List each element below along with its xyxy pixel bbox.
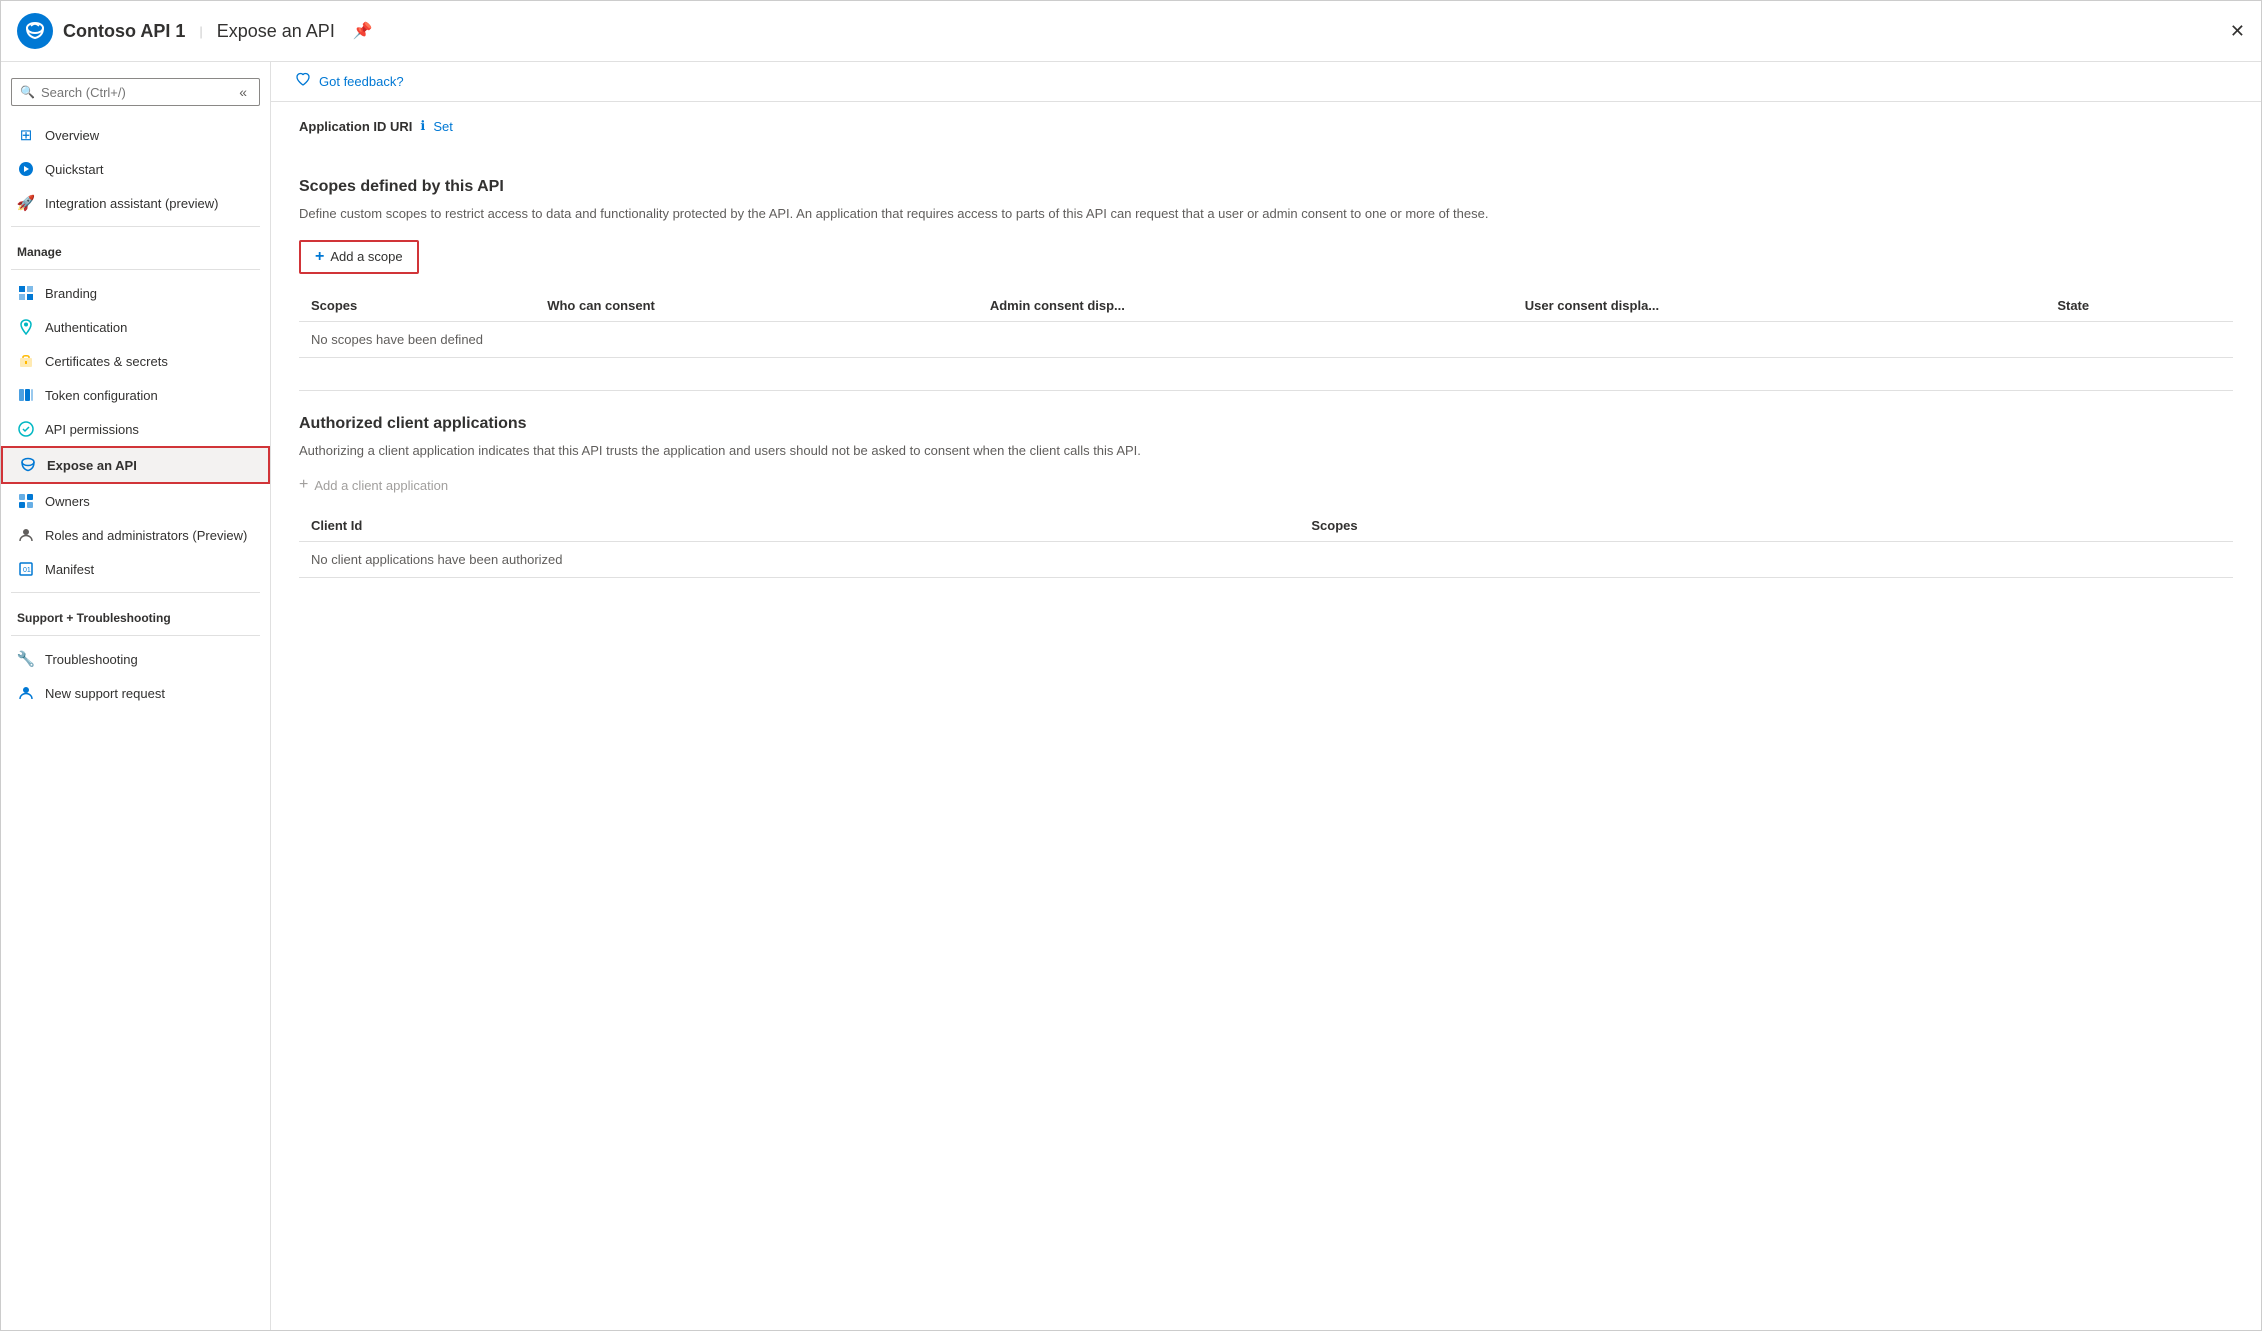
app-container: Contoso API 1 | Expose an API 📌 ✕ 🔍 « ⊞ …: [0, 0, 2262, 1331]
new-support-icon: [17, 684, 35, 702]
clients-no-data-row: No client applications have been authori…: [299, 542, 2233, 578]
sidebar-label-authentication: Authentication: [45, 320, 127, 335]
sidebar-label-roles: Roles and administrators (Preview): [45, 528, 247, 543]
sidebar-label-quickstart: Quickstart: [45, 162, 104, 177]
integration-icon: 🚀: [17, 194, 35, 212]
sidebar-label-owners: Owners: [45, 494, 90, 509]
sidebar-item-integration[interactable]: 🚀 Integration assistant (preview): [1, 186, 270, 220]
sidebar-label-integration: Integration assistant (preview): [45, 196, 218, 211]
divider-support: [11, 592, 260, 593]
feedback-bar[interactable]: Got feedback?: [271, 62, 2261, 102]
search-box[interactable]: 🔍 «: [11, 78, 260, 106]
sidebar-item-owners[interactable]: Owners: [1, 484, 270, 518]
feedback-label[interactable]: Got feedback?: [319, 74, 404, 89]
sidebar-label-expose-api: Expose an API: [47, 458, 137, 473]
add-client-button: + Add a client application: [299, 476, 448, 494]
quickstart-icon: [17, 160, 35, 178]
authorized-clients-title: Authorized client applications: [299, 415, 2233, 433]
collapse-button[interactable]: «: [235, 84, 251, 100]
scopes-col-scopes: Scopes: [299, 290, 535, 322]
sidebar: 🔍 « ⊞ Overview Quickstart 🚀 Integration …: [1, 62, 271, 1330]
support-section-label: Support + Troubleshooting: [1, 599, 270, 629]
app-id-uri-label: Application ID URI: [299, 119, 412, 134]
add-client-label: Add a client application: [314, 478, 448, 493]
scopes-col-state: State: [2045, 290, 2233, 322]
clients-col-id: Client Id: [299, 510, 1299, 542]
sidebar-label-manifest: Manifest: [45, 562, 94, 577]
close-button[interactable]: ✕: [2230, 21, 2245, 42]
scopes-col-user-consent: User consent displa...: [1513, 290, 2046, 322]
token-icon: [17, 386, 35, 404]
certificates-icon: [17, 352, 35, 370]
header: Contoso API 1 | Expose an API 📌 ✕: [1, 1, 2261, 62]
add-scope-label: Add a scope: [330, 249, 402, 264]
sidebar-label-troubleshooting: Troubleshooting: [45, 652, 138, 667]
scopes-no-data-cell: No scopes have been defined: [299, 321, 2233, 357]
sidebar-label-certificates: Certificates & secrets: [45, 354, 168, 369]
sidebar-label-api-permissions: API permissions: [45, 422, 139, 437]
app-icon: [17, 13, 53, 49]
search-icon: 🔍: [20, 85, 35, 99]
clients-col-scopes: Scopes: [1299, 510, 2233, 542]
owners-icon: [17, 492, 35, 510]
section-divider: [299, 390, 2233, 391]
troubleshooting-icon: 🔧: [17, 650, 35, 668]
add-scope-button[interactable]: + Add a scope: [299, 240, 419, 274]
api-permissions-icon: [17, 420, 35, 438]
divider-manage: [11, 226, 260, 227]
app-id-uri-section: Application ID URI ℹ Set: [299, 118, 2233, 150]
scopes-section-title: Scopes defined by this API: [299, 178, 2233, 196]
add-client-plus-icon: +: [299, 476, 308, 494]
sidebar-label-token: Token configuration: [45, 388, 158, 403]
feedback-heart-icon: [295, 72, 311, 91]
sidebar-label-new-support: New support request: [45, 686, 165, 701]
expose-api-icon: [19, 456, 37, 474]
content-area: Got feedback? Application ID URI ℹ Set S…: [271, 62, 2261, 1330]
overview-icon: ⊞: [17, 126, 35, 144]
sidebar-item-expose-api[interactable]: Expose an API: [1, 446, 270, 484]
sidebar-item-authentication[interactable]: Authentication: [1, 310, 270, 344]
sidebar-item-troubleshooting[interactable]: 🔧 Troubleshooting: [1, 642, 270, 676]
header-left: Contoso API 1 | Expose an API 📌: [17, 13, 373, 49]
divider-support-2: [11, 635, 260, 636]
page-title: Expose an API: [217, 21, 335, 42]
sidebar-item-token[interactable]: Token configuration: [1, 378, 270, 412]
manage-section-label: Manage: [1, 233, 270, 263]
scopes-col-who-consent: Who can consent: [535, 290, 978, 322]
info-icon: ℹ: [420, 118, 425, 134]
scopes-col-admin-consent: Admin consent disp...: [978, 290, 1513, 322]
authentication-icon: [17, 318, 35, 336]
manifest-icon: 01: [17, 560, 35, 578]
scopes-section-desc: Define custom scopes to restrict access …: [299, 204, 2233, 224]
scopes-no-data-row: No scopes have been defined: [299, 321, 2233, 357]
authorized-clients-desc: Authorizing a client application indicat…: [299, 441, 2233, 461]
add-scope-plus-icon: +: [315, 248, 324, 266]
main-layout: 🔍 « ⊞ Overview Quickstart 🚀 Integration …: [1, 62, 2261, 1330]
pin-icon[interactable]: 📌: [353, 21, 373, 41]
app-name: Contoso API 1: [63, 21, 185, 42]
sidebar-item-new-support[interactable]: New support request: [1, 676, 270, 710]
sidebar-item-api-permissions[interactable]: API permissions: [1, 412, 270, 446]
roles-icon: [17, 526, 35, 544]
sidebar-item-quickstart[interactable]: Quickstart: [1, 152, 270, 186]
sidebar-item-overview[interactable]: ⊞ Overview: [1, 118, 270, 152]
sidebar-item-manifest[interactable]: 01 Manifest: [1, 552, 270, 586]
title-separator: |: [199, 24, 202, 39]
divider-manage-2: [11, 269, 260, 270]
sidebar-label-branding: Branding: [45, 286, 97, 301]
sidebar-item-certificates[interactable]: Certificates & secrets: [1, 344, 270, 378]
search-input[interactable]: [41, 85, 229, 100]
clients-table: Client Id Scopes No client applications …: [299, 510, 2233, 578]
scopes-table: Scopes Who can consent Admin consent dis…: [299, 290, 2233, 358]
sidebar-item-roles[interactable]: Roles and administrators (Preview): [1, 518, 270, 552]
set-link[interactable]: Set: [433, 119, 453, 134]
content-inner: Application ID URI ℹ Set Scopes defined …: [271, 102, 2261, 626]
branding-icon: [17, 284, 35, 302]
svg-text:01: 01: [23, 567, 31, 574]
sidebar-item-branding[interactable]: Branding: [1, 276, 270, 310]
clients-no-data-cell: No client applications have been authori…: [299, 542, 2233, 578]
sidebar-label-overview: Overview: [45, 128, 99, 143]
